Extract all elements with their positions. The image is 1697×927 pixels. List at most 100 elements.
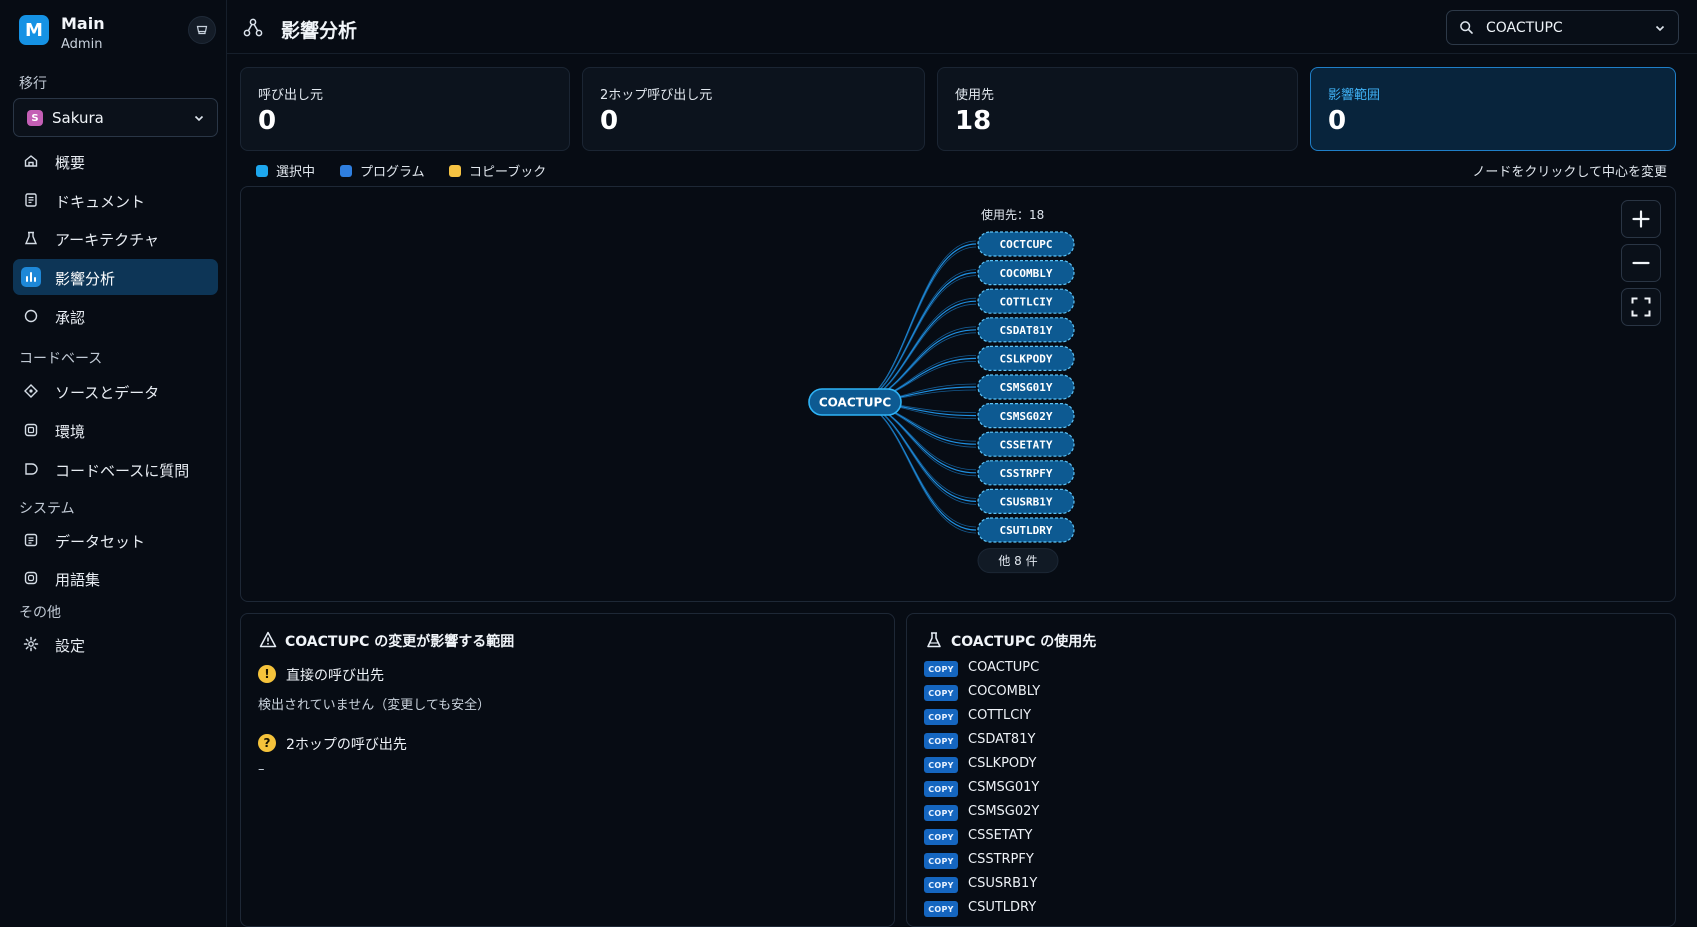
environment-icon (22, 421, 40, 439)
sidebar-item-dataset[interactable]: データセット (13, 522, 218, 558)
usage-name: CSMSG01Y (968, 780, 1040, 795)
graph-targets-label: 使用先：18 (981, 207, 1044, 222)
usage-name: COTTLCIY (968, 708, 1032, 723)
impact-scope-panel: COACTUPC の変更が影響する範囲 ! 直接の呼び出先 検出されていません（… (240, 613, 895, 927)
graph-node-label: COCTCUPC (1000, 238, 1053, 251)
usage-name: COCOMBLY (968, 684, 1041, 699)
section-label-other: その他 (19, 605, 61, 621)
two-hop-callers-heading: 2ホップの呼び出先 (286, 737, 407, 753)
stat-value: 18 (955, 106, 992, 136)
graph-node[interactable]: CSLKPODY (977, 345, 1075, 371)
usage-name: CSSETATY (968, 828, 1033, 843)
stat-card-two-hop-callers: 2ホップ呼び出し元 0 (582, 67, 925, 151)
legend-label: 選択中 (276, 165, 316, 180)
stat-value: 0 (258, 106, 277, 136)
sidebar-item-label: 影響分析 (55, 270, 116, 288)
graph-more-pill[interactable]: 他 8 件 (977, 548, 1059, 574)
graph-node-label: COCOMBLY (1000, 267, 1053, 280)
sidebar-item-label: 概要 (55, 154, 86, 172)
graph-node[interactable]: CSSETATY (977, 431, 1075, 457)
graph-node[interactable]: CSUTLDRY (977, 517, 1075, 543)
legend-program: プログラム (340, 161, 425, 180)
graph-edge (854, 269, 977, 403)
source-data-icon (22, 382, 40, 400)
chevron-down-icon (1655, 25, 1665, 32)
fit-view-button[interactable] (1621, 288, 1661, 326)
search-icon (1460, 21, 1473, 34)
copybook-badge: COPY (924, 661, 958, 677)
sidebar-item-impact-analysis[interactable]: 影響分析 (13, 259, 218, 295)
copybook-badge: COPY (924, 781, 958, 797)
workspace-role: Admin (61, 37, 103, 52)
warning-icon (259, 631, 277, 648)
stat-card-usages: 使用先 18 (937, 67, 1298, 151)
sidebar-item-label: データセット (55, 533, 146, 551)
graph-node[interactable]: CSMSG02Y (977, 403, 1075, 429)
sidebar-item-label: コードベースに質問 (55, 462, 190, 480)
sidebar-item-glossary[interactable]: 用語集 (13, 560, 218, 596)
sidebar: M Main Admin 移行 S Sakura 概要 ドキュメント アーキテク… (0, 0, 227, 927)
graph-edge (854, 401, 977, 502)
stat-value: 0 (1328, 106, 1347, 136)
sidebar-item-settings[interactable]: 設定 (13, 626, 218, 662)
page-title: 影響分析 (281, 20, 358, 42)
graph-edge (854, 401, 977, 505)
sidebar-item-overview[interactable]: 概要 (13, 143, 218, 179)
zoom-in-button[interactable] (1621, 200, 1661, 238)
graph-node[interactable]: CSUSRB1Y (977, 488, 1075, 514)
stat-label: 影響範囲 (1328, 88, 1381, 103)
sidebar-item-source-data[interactable]: ソースとデータ (13, 373, 218, 409)
graph-node-label: COACTUPC (819, 396, 892, 410)
graph-node[interactable]: COCOMBLY (977, 259, 1075, 286)
workspace-name: Main (61, 14, 105, 33)
chevron-down-icon (194, 115, 204, 122)
zoom-out-button[interactable] (1621, 244, 1661, 282)
graph-node-center[interactable]: COACTUPC (808, 388, 902, 416)
project-select[interactable]: S Sakura (13, 98, 218, 137)
usage-name: CSUSRB1Y (968, 876, 1038, 891)
sidebar-item-label: ドキュメント (55, 193, 146, 211)
graph-node-label: CSMSG02Y (1000, 410, 1053, 423)
graph-node-label: CSSTRPFY (1000, 467, 1053, 480)
graph-node[interactable]: CSDAT81Y (977, 317, 1075, 343)
stat-label: 呼び出し元 (258, 88, 324, 103)
graph-node[interactable]: CSMSG01Y (977, 374, 1075, 400)
copybook-badge: COPY (924, 757, 958, 773)
sidebar-item-approval[interactable]: 承認 (13, 298, 218, 334)
legend-swatch (449, 165, 461, 177)
graph-node[interactable]: CSSTRPFY (977, 460, 1075, 486)
graph-node-label: CSSETATY (1000, 438, 1053, 451)
legend-label: コピーブック (469, 165, 547, 180)
graph-node[interactable]: COTTLCIY (977, 288, 1075, 314)
sidebar-item-label: 環境 (55, 423, 86, 441)
graph-node-label: CSUTLDRY (1000, 524, 1053, 537)
minus-icon (1632, 261, 1650, 265)
usage-name: CSDAT81Y (968, 732, 1036, 747)
graph-node-label: CSLKPODY (1000, 353, 1053, 366)
graph-node[interactable]: COCTCUPC (977, 231, 1075, 257)
inbox-button[interactable] (188, 16, 216, 44)
fullscreen-icon (1631, 297, 1651, 317)
graph-edge (854, 275, 977, 403)
sidebar-item-label: 承認 (55, 309, 86, 327)
dependency-graph[interactable]: 使用先：18 COACTUPC COCTCUPC COCOMBLY COTTLCIY CS… (240, 186, 1676, 602)
flask-icon (927, 632, 941, 648)
sidebar-item-architecture[interactable]: アーキテクチャ (13, 220, 218, 256)
usage-panel: COACTUPC の使用先 COPY COACTUPC COPY COCOMBLY CO… (906, 613, 1676, 927)
usage-name: CSSTRPFY (968, 852, 1034, 867)
document-icon (22, 191, 40, 209)
section-label-codebase: コードベース (19, 351, 103, 367)
sidebar-item-documents[interactable]: ドキュメント (13, 182, 218, 218)
program-search-select[interactable]: COACTUPC (1446, 10, 1679, 45)
graph-node-label: CSUSRB1Y (1000, 496, 1053, 509)
question-icon: ? (258, 734, 276, 752)
usage-panel-title: COACTUPC の使用先 (951, 634, 1097, 650)
section-label-migration: 移行 (19, 76, 47, 92)
usage-name: CSLKPODY (968, 756, 1037, 771)
impact-panel-title: COACTUPC の変更が影響する範囲 (285, 634, 515, 650)
sidebar-item-environment[interactable]: 環境 (13, 412, 218, 448)
usage-name: CSUTLDRY (968, 900, 1037, 915)
glossary-icon (22, 569, 40, 587)
workspace-logo: M (19, 15, 49, 45)
sidebar-item-ask-codebase[interactable]: コードベースに質問 (13, 451, 218, 487)
